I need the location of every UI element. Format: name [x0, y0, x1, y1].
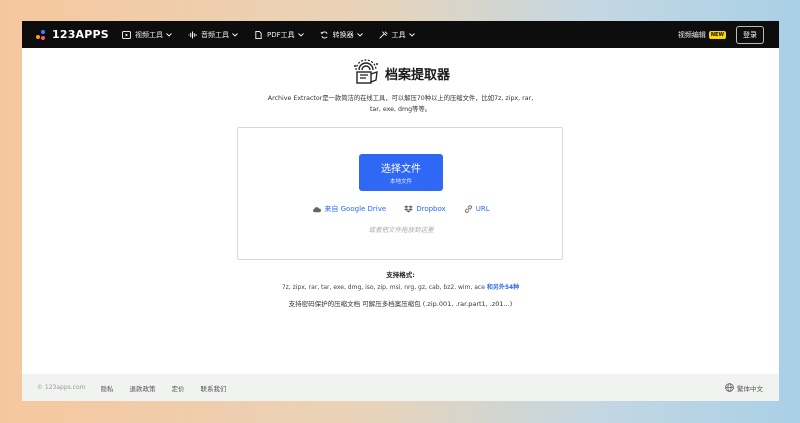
nav-converters[interactable]: 转换器 — [320, 30, 363, 40]
copyright: © 123apps.com — [37, 384, 86, 391]
audio-wave-icon — [188, 30, 197, 39]
formats-title: 支持格式: — [386, 271, 415, 279]
browser-window: 123APPS 视频工具 音频工具 PDF工具 转换器 工具 视频编辑 NEW … — [22, 21, 779, 401]
footer: © 123apps.com 隐私 退款政策 定价 联系我们 繁体中文 — [22, 374, 779, 401]
convert-icon — [320, 30, 328, 39]
supported-formats: 支持格式: 7z, zipx, rar, tar, exe, dmg, iso,… — [22, 269, 779, 308]
upload-drop-zone[interactable]: 选择文件 本地文件 来自 Google Drive Dropbox URL 或者… — [237, 127, 563, 260]
dropbox-source[interactable]: Dropbox — [404, 205, 446, 213]
title-row: 档案提取器 — [22, 58, 779, 88]
tools-icon — [379, 30, 388, 39]
logo[interactable]: 123APPS — [36, 28, 122, 41]
nav-audio-label: 音频工具 — [201, 30, 229, 39]
link-icon — [464, 205, 472, 213]
app-header: 档案提取器 — [22, 58, 779, 88]
upload-sources: 来自 Google Drive Dropbox URL — [238, 204, 564, 214]
footer-link-privacy[interactable]: 隐私 — [101, 383, 114, 393]
nav-pdf-label: PDF工具 — [267, 30, 295, 39]
chevron-down-icon — [297, 32, 304, 37]
new-badge: NEW — [708, 30, 726, 39]
more-formats-link[interactable]: 和另外54种 — [487, 284, 519, 291]
footer-link-pricing[interactable]: 定价 — [172, 383, 185, 393]
footer-link-refund[interactable]: 退款政策 — [130, 383, 156, 393]
video-editor-label: 视频编辑 — [677, 30, 706, 39]
language-selector[interactable]: 繁体中文 — [725, 374, 763, 401]
video-icon — [122, 30, 131, 39]
url-label: URL — [475, 205, 490, 213]
top-navbar: 123APPS 视频工具 音频工具 PDF工具 转换器 工具 视频编辑 NEW … — [22, 21, 779, 48]
formats-list-row: 7z, zipx, rar, tar, exe, dmg, iso, zip, … — [22, 282, 779, 291]
chevron-down-icon — [356, 32, 363, 37]
nav-audio-tools[interactable]: 音频工具 — [188, 30, 238, 40]
chevron-down-icon — [232, 32, 238, 37]
top-right-actions: 视频编辑 NEW 登录 — [678, 21, 764, 48]
choose-file-sublabel: 本地文件 — [389, 179, 412, 185]
main-nav: 视频工具 音频工具 PDF工具 转换器 工具 — [122, 30, 431, 40]
nav-tools[interactable]: 工具 — [379, 30, 415, 40]
description-line-2: tar, exe, dmg等等。 — [369, 105, 432, 113]
nav-tools-label: 工具 — [391, 30, 406, 39]
chevron-down-icon — [166, 32, 172, 37]
pdf-icon — [255, 30, 262, 39]
choose-file-button[interactable]: 选择文件 本地文件 — [359, 154, 443, 191]
archive-extractor-icon — [353, 59, 378, 84]
formats-list: 7z, zipx, rar, tar, exe, dmg, iso, zip, … — [281, 284, 485, 291]
google-drive-label: 来自 Google Drive — [324, 205, 387, 213]
footer-link-contact[interactable]: 联系我们 — [201, 383, 227, 393]
video-editor-link[interactable]: 视频编辑 NEW — [678, 30, 726, 40]
description-line-1: Archive Extractor是一款简洁的在线工具，可以解压70种以上的压缩… — [267, 95, 534, 102]
globe-icon — [725, 383, 734, 392]
nav-pdf-tools[interactable]: PDF工具 — [254, 30, 304, 40]
dropbox-icon — [404, 205, 414, 213]
drop-hint: 或者把文件拖放到这里 — [368, 226, 434, 234]
login-button[interactable]: 登录 — [736, 25, 764, 44]
nav-video-label: 视频工具 — [135, 30, 163, 39]
language-label: 繁体中文 — [737, 384, 763, 393]
page-title: 档案提取器 — [384, 67, 450, 83]
dropbox-label: Dropbox — [416, 205, 446, 213]
nav-converters-label: 转换器 — [332, 30, 354, 39]
logo-text: 123APPS — [52, 28, 109, 41]
url-source[interactable]: URL — [464, 205, 490, 213]
logo-dots-icon — [36, 29, 48, 41]
chevron-down-icon — [408, 32, 415, 37]
choose-file-label: 选择文件 — [381, 164, 421, 175]
app-description: Archive Extractor是一款简洁的在线工具，可以解压70种以上的压缩… — [22, 94, 779, 115]
google-drive-source[interactable]: 来自 Google Drive — [312, 204, 386, 214]
formats-note: 支持密码保护的压缩文档 可解压多档案压缩包 (.zip.001, .rar.pa… — [288, 300, 513, 308]
nav-video-tools[interactable]: 视频工具 — [122, 30, 172, 40]
cloud-icon — [313, 206, 322, 212]
